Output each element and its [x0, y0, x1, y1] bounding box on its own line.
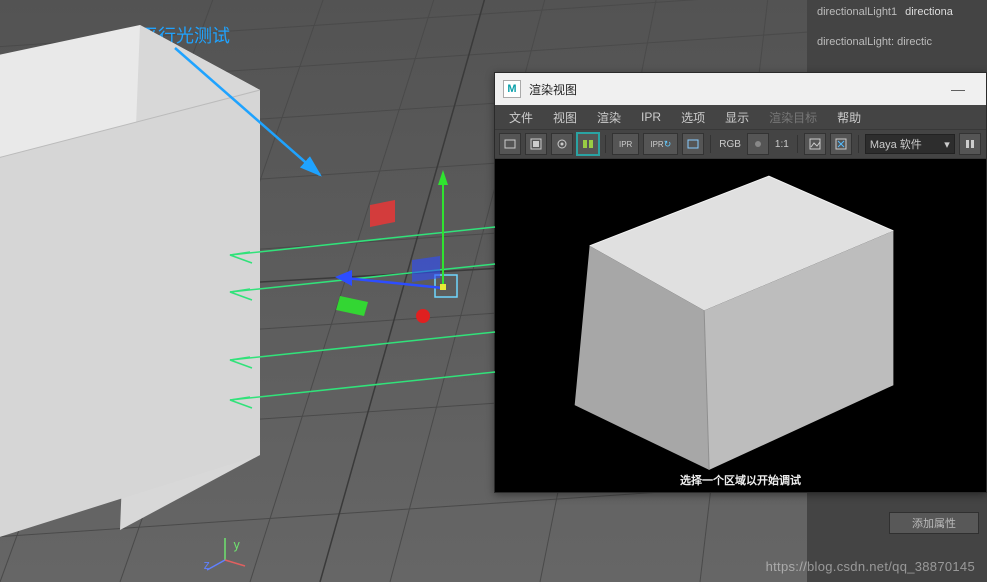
view-axis-indicator: [0, 0, 987, 582]
maya-viewport[interactable]: 平行光测试: [0, 0, 987, 582]
